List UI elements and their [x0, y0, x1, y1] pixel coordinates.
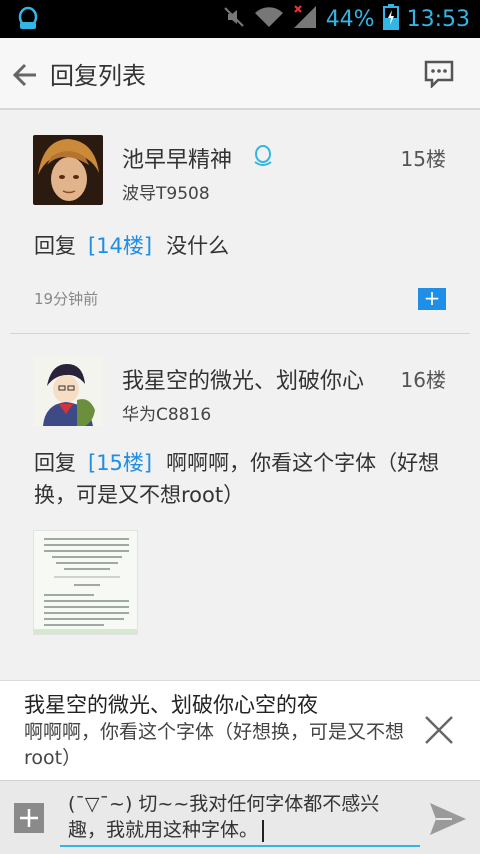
quoted-username: 我星空的微光、划破你心空的夜: [24, 693, 318, 717]
username[interactable]: 池早早精神: [122, 142, 232, 174]
chat-bubble-icon[interactable]: [424, 60, 454, 90]
wifi-icon: [254, 5, 284, 33]
reply-plus-button[interactable]: +: [418, 288, 446, 310]
reply-input-text: (¯▽¯~) 切~~我对任何字体都不感兴趣，我就用这种字体。: [68, 793, 380, 841]
reply-floor-link[interactable]: [14楼]: [88, 234, 152, 258]
reply-input[interactable]: (¯▽¯~) 切~~我对任何字体都不感兴趣，我就用这种字体。: [60, 789, 420, 847]
page-title: 回复列表: [50, 62, 146, 90]
battery-percent: 44%: [325, 6, 375, 32]
send-icon[interactable]: [428, 801, 468, 837]
reply-content: 回复 [15楼] 啊啊啊，你看这个字体（好想换，可是又不想root）: [34, 447, 454, 511]
floor-number: 16楼: [400, 368, 446, 392]
quoted-reply-panel: 我星空的微光、划破你心空的夜 啊啊啊，你看这个字体（好想换，可是又不想root）: [0, 680, 480, 780]
list-item[interactable]: 我星空的微光、划破你心 16楼 华为C8816 回复 [15楼] 啊啊啊，你看这个字…: [0, 334, 480, 680]
battery-charging-icon: [382, 4, 399, 34]
qq-icon: [252, 144, 274, 168]
mute-icon: [222, 5, 246, 33]
avatar[interactable]: [33, 356, 103, 426]
close-icon[interactable]: [422, 713, 456, 747]
status-bar: 44% 13:53: [0, 0, 480, 38]
compose-bar: (¯▽¯~) 切~~我对任何字体都不感兴趣，我就用这种字体。: [0, 780, 480, 854]
reply-prefix: 回复: [34, 451, 76, 475]
plus-icon: [20, 809, 38, 827]
signal-icon: [292, 4, 318, 34]
action-bar: 回复列表: [0, 38, 480, 110]
floor-number: 15楼: [400, 147, 446, 171]
add-attachment-button[interactable]: [14, 803, 44, 833]
reply-prefix: 回复: [34, 234, 76, 258]
device-name: 华为C8816: [122, 405, 212, 425]
reply-floor-link[interactable]: [15楼]: [88, 451, 152, 475]
avatar[interactable]: [33, 135, 103, 205]
username[interactable]: 我星空的微光、划破你心: [122, 363, 364, 395]
reply-message: 没什么: [166, 234, 230, 258]
text-cursor: [262, 819, 265, 842]
list-item[interactable]: 池早早精神 15楼 波导T9508 回复 [14楼] 没什么 19分钟前 +: [0, 110, 480, 335]
qq-notification-icon: [14, 6, 42, 32]
post-time: 19分钟前: [34, 290, 99, 308]
back-arrow-icon[interactable]: [8, 58, 42, 92]
device-name: 波导T9508: [122, 184, 210, 204]
reply-content: 回复 [14楼] 没什么: [34, 230, 454, 262]
quoted-message: 啊啊啊，你看这个字体（好想换，可是又不想root）: [24, 721, 405, 769]
reply-list[interactable]: 池早早精神 15楼 波导T9508 回复 [14楼] 没什么 19分钟前 + 我…: [0, 110, 480, 680]
clock: 13:53: [406, 6, 470, 32]
attached-image-thumbnail[interactable]: [33, 530, 138, 635]
